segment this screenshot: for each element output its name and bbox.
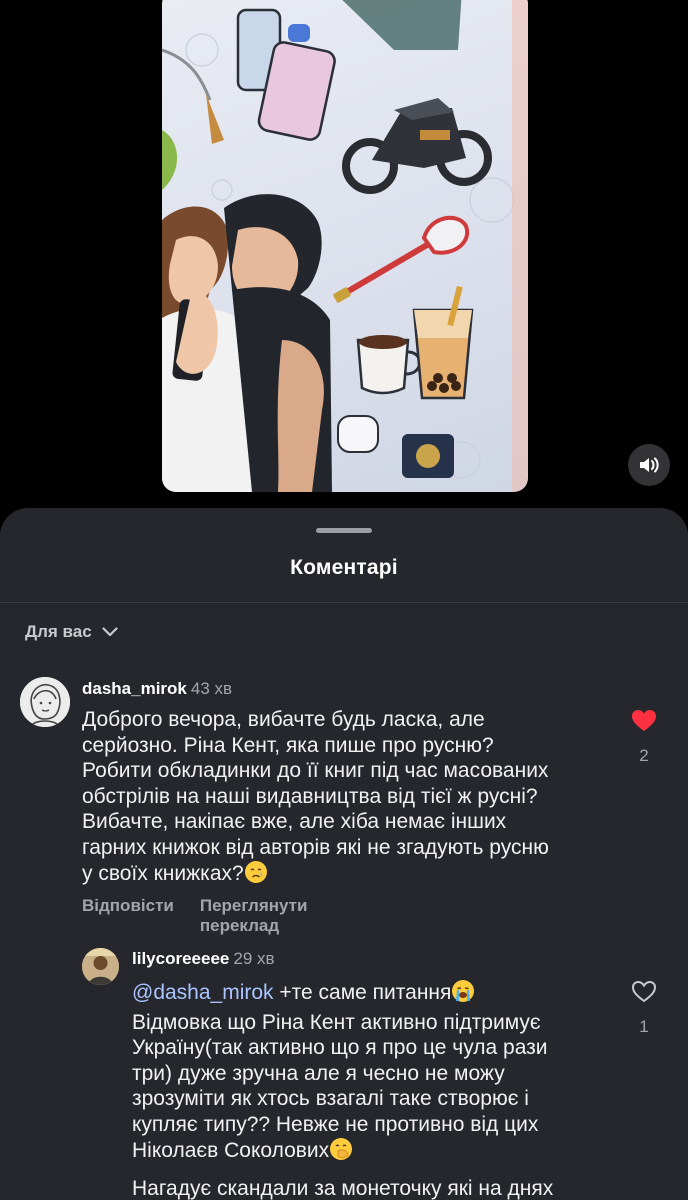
mention-link[interactable]: @dasha_mirok (132, 981, 274, 1004)
sort-label: Для вас (25, 622, 92, 641)
comment-line: Ніколаєв Соколових (132, 1139, 330, 1162)
comment-line: +те саме питання (273, 981, 452, 1004)
sheet-title: Коментарі (290, 556, 398, 579)
avatar[interactable] (82, 948, 119, 985)
media-area (0, 0, 688, 510)
like-count: 1 (639, 1017, 649, 1036)
comment-time: 43 хв (190, 679, 233, 698)
sheet-grab-handle[interactable] (316, 528, 372, 533)
comment-text: @dasha_mirok +те саме питання Відмовка щ… (132, 979, 612, 1200)
comments-sheet: Коментарі Для вас dasha_mirok 43 хв Добро… (0, 508, 688, 1200)
comment-line: Україну(так активно що я про це чула раз… (132, 1036, 548, 1059)
divider (0, 602, 688, 603)
loudly-crying-face-emoji (451, 979, 475, 1010)
comment-username[interactable]: lilycoreeeee (132, 949, 229, 968)
comment-username[interactable]: dasha_mirok (82, 679, 187, 698)
comment-line: гарних книжок від авторів які не згадуют… (82, 835, 549, 859)
like-button[interactable]: 1 (624, 980, 664, 1037)
speaker-icon (640, 457, 659, 473)
avatar[interactable] (20, 677, 70, 727)
comment-line: Нагадує скандали за монеточку які на дня… (132, 1176, 554, 1200)
crying-face-emoji (244, 860, 268, 891)
comment-line: обстрілів на наші видавництва від тієї ж… (82, 784, 538, 808)
heart-outline-icon (631, 980, 657, 1003)
book-cover-image[interactable] (162, 0, 528, 492)
comment-line: Відмовка що Ріна Кент активно підтримує (132, 1010, 541, 1034)
heart-filled-icon (632, 710, 656, 731)
comment-line: Робити обкладинки до її книг під час мас… (82, 759, 549, 782)
comment-line: у своїх книжках? (82, 862, 244, 885)
comment-time: 29 хв (233, 949, 275, 968)
comment-line: зрозуміти як хтось взагалі таке створює … (132, 1087, 529, 1110)
comment-line: Доброго вечора, вибачте будь ласка, але (82, 708, 485, 731)
comment-text: Доброго вечора, вибачте будь ласка, але … (82, 707, 612, 891)
sort-dropdown[interactable]: Для вас (25, 622, 118, 642)
chevron-down-icon (102, 627, 118, 637)
like-count: 2 (639, 746, 649, 765)
comment-line: серйозно. Ріна Кент, яка пише про русню? (82, 733, 494, 757)
comment-line: три) дуже зручна але я чесно не можу (132, 1061, 505, 1085)
face-with-hand-over-mouth-emoji (329, 1137, 353, 1168)
reply-button[interactable]: Відповісти (82, 896, 174, 936)
see-translation-button[interactable]: Переглянути переклад (200, 896, 308, 936)
like-button[interactable]: 2 (624, 709, 664, 766)
comment-line: Вибачте, накіпає вже, але хіба немає інш… (82, 810, 507, 833)
sound-toggle-button[interactable] (628, 444, 670, 486)
comment-line: купляє типу?? Невже не противно від цих (132, 1112, 539, 1136)
